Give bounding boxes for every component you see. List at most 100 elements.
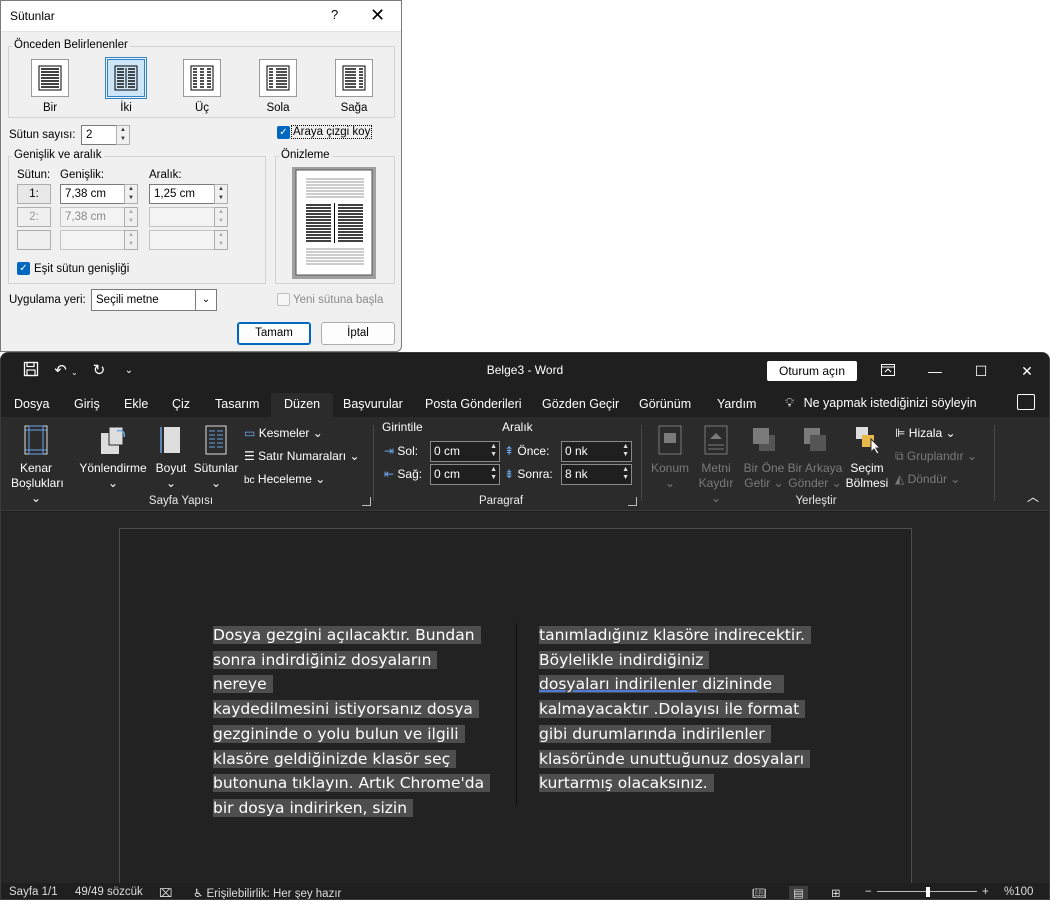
col2-line: klasöründe unuttuğunuz dosyaları (539, 749, 811, 768)
preset-one-label: Bir (42, 102, 58, 114)
presets-legend: Önceden Belirlenenler (12, 39, 130, 51)
dialog-title-bar: Sütunlar ? ✕ (1, 1, 401, 32)
rotate-button[interactable]: ◭ Döndür ⌄ (895, 469, 960, 489)
column-1-spacing-input[interactable]: 1,25 cm ▲ ▼ (149, 184, 228, 204)
preset-left[interactable] (259, 59, 297, 97)
tab-file[interactable]: Dosya (14, 393, 49, 417)
chevron-down-icon[interactable]: ⌄ (195, 289, 217, 311)
zoom-level[interactable]: %100 (1004, 886, 1033, 898)
wrap-text-button[interactable]: Metni Kaydır ⌄ (693, 425, 739, 506)
preset-two[interactable] (105, 57, 147, 99)
col2-line: dizininde (697, 675, 773, 694)
size-label: Boyut (155, 461, 187, 475)
spacing-after-input[interactable]: 8 nk ▲ ▼ (561, 464, 632, 485)
indent-left-input[interactable]: 0 cm ▲ ▼ (430, 441, 500, 462)
preset-right[interactable] (335, 59, 373, 97)
word-count[interactable]: 49/49 sözcük (75, 886, 143, 898)
help-icon[interactable]: ? (331, 7, 338, 22)
tab-help[interactable]: Yardım (717, 393, 756, 417)
zoom-out-icon[interactable]: − (865, 886, 872, 898)
col1-line: Dosya gezgini açılacaktır. Bundan (213, 626, 481, 644)
preset-right-label: Sağa (340, 102, 368, 114)
breaks-button[interactable]: ▭ Kesmeler ⌄ (244, 423, 323, 443)
column-count-spinner[interactable]: ▲ ▼ (116, 125, 130, 145)
zoom-in-icon[interactable]: + (982, 886, 989, 898)
ribbon-tabs: Dosya Giriş Ekle Çiz Tasarım Düzen Başvu… (1, 389, 1049, 417)
zoom-slider-thumb[interactable] (926, 887, 930, 897)
tab-design[interactable]: Tasarım (215, 393, 259, 417)
bring-forward-button[interactable]: Bir Öne Getir ⌄ (741, 425, 787, 491)
tab-insert[interactable]: Ekle (124, 393, 148, 417)
column-3-spacing-input: ▲ ▼ (149, 230, 228, 250)
equal-width-label[interactable]: Eşit sütun genişliği (34, 263, 129, 275)
tab-layout[interactable]: Düzen (271, 393, 334, 417)
document-page[interactable]: Dosya gezgini açılacaktır. Bundan sonra … (119, 528, 912, 898)
page-count[interactable]: Sayfa 1/1 (9, 886, 58, 898)
column-count-value: 2 (86, 129, 93, 141)
new-column-checkbox (277, 293, 290, 306)
cancel-button[interactable]: İptal (321, 322, 395, 345)
tab-references[interactable]: Başvurular (343, 393, 403, 417)
tell-me-box[interactable]: 💡︎ Ne yapmak istediğinizi söyleyin (785, 395, 977, 411)
tab-home[interactable]: Giriş (74, 393, 100, 417)
apply-to-select[interactable]: Seçili metne ⌄ (91, 289, 217, 311)
tab-review[interactable]: Gözden Geçir (542, 393, 619, 417)
margins-label-1: Kenar (19, 461, 53, 475)
selection-pane-button[interactable]: Seçim Bölmesi (844, 425, 890, 491)
column-1-width-input[interactable]: 7,38 cm ▲ ▼ (60, 184, 138, 204)
preset-three[interactable] (183, 59, 221, 97)
column-1-spacing-spinner[interactable]: ▲ ▼ (214, 184, 228, 204)
column-1[interactable]: Dosya gezgini açılacaktır. Bundan sonra … (213, 623, 493, 821)
proofing-icon[interactable]: ⌧ (159, 886, 172, 899)
spacing-before-input[interactable]: 0 nk ▲ ▼ (561, 441, 632, 462)
indent-left-icon: ⇥ (384, 444, 395, 458)
col2-underlined-text: dosyaları indirilenler (539, 675, 698, 694)
indent-left-label: ⇥ Sol: (384, 444, 419, 458)
page-setup-launcher-icon[interactable] (362, 497, 371, 506)
tab-draw[interactable]: Çiz (172, 393, 190, 417)
rotate-label: Döndür ⌄ (907, 472, 961, 486)
tab-mailings[interactable]: Posta Gönderileri (425, 393, 522, 417)
column-count-input[interactable]: 2 ▲ ▼ (81, 125, 130, 145)
selection-pane-label-2: Bölmesi (845, 476, 889, 490)
preset-left-label: Sola (266, 102, 290, 114)
close-icon[interactable]: ✕ (370, 5, 385, 26)
collapse-ribbon-icon[interactable]: ︿ (1027, 487, 1039, 507)
spacing-header: Aralık (502, 420, 533, 434)
column-1-number[interactable]: 1: (17, 184, 51, 204)
align-button[interactable]: ⊫ Hizala ⌄ (895, 423, 956, 443)
margins-button[interactable]: Kenar Boşlukları ⌄ (11, 425, 64, 506)
read-mode-icon[interactable]: 📖︎ (752, 886, 767, 899)
close-window-icon[interactable]: ✕ (1014, 359, 1040, 383)
orientation-button[interactable]: Yönlendirme ⌄ (78, 425, 148, 491)
accessibility-status[interactable]: ♿︎ Erişilebilirlik: Her şey hazır (193, 886, 341, 899)
preset-one[interactable] (31, 59, 69, 97)
column-1-width-spinner[interactable]: ▲ ▼ (124, 184, 138, 204)
column-2[interactable]: tanımladığınız klasöre indirecektir. Böy… (539, 623, 819, 796)
columns-button[interactable]: Sütunlar ⌄ (192, 425, 240, 491)
paragraph-launcher-icon[interactable] (628, 497, 637, 506)
arrange-group-label: Yerleştir (795, 495, 837, 507)
spacing-after-icon: ⇟ (504, 467, 515, 481)
column-2-spacing-input: ▲ ▼ (149, 207, 228, 227)
hyphenation-button[interactable]: bc Heceleme ⌄ (244, 469, 325, 489)
comments-icon[interactable] (1017, 394, 1035, 410)
maximize-icon[interactable]: ☐ (968, 359, 994, 383)
ribbon-display-icon[interactable] (875, 359, 901, 383)
line-numbers-button[interactable]: ☰ Satır Numaraları ⌄ (244, 446, 360, 466)
group-button[interactable]: ⧉ Gruplandır ⌄ (895, 446, 977, 466)
web-layout-icon[interactable]: ⊞ (831, 886, 841, 899)
position-button[interactable]: Konum ⌄ (648, 425, 692, 491)
minimize-icon[interactable]: — (922, 359, 948, 383)
indent-right-input[interactable]: 0 cm ▲ ▼ (430, 464, 500, 485)
send-backward-button[interactable]: Bir Arkaya Gönder ⌄ (787, 425, 843, 491)
ok-button[interactable]: Tamam (237, 322, 311, 345)
line-between-label[interactable]: Araya çizgi koy (291, 125, 373, 139)
tab-view[interactable]: Görünüm (639, 393, 691, 417)
spacing-header: Aralık: (149, 169, 182, 181)
signin-button[interactable]: Oturum açın (767, 361, 857, 381)
equal-width-checkbox[interactable]: ✓ (17, 262, 30, 275)
print-layout-icon[interactable]: ▤ (789, 886, 808, 899)
size-button[interactable]: Boyut ⌄ (153, 425, 189, 491)
line-between-checkbox[interactable]: ✓ (277, 126, 290, 139)
